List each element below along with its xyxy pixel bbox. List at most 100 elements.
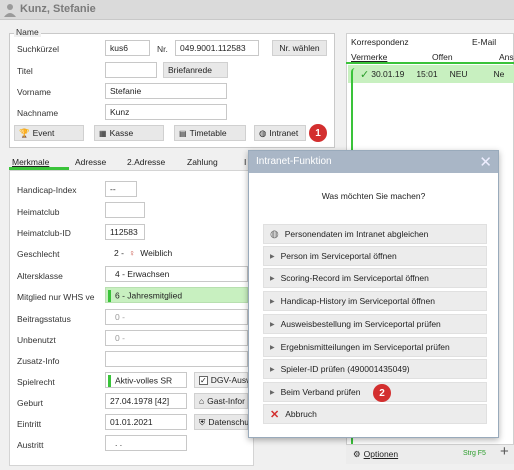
female-symbol-icon: ♀ [128, 248, 136, 258]
callout-badge-1: 1 [309, 124, 327, 142]
play-icon: ▶ [270, 298, 275, 305]
menu-item-abbruch[interactable]: ✕ Abbruch [263, 404, 487, 424]
menu-item-label: Abbruch [285, 409, 317, 419]
dialog-question: Was möchten Sie machen? [321, 191, 426, 201]
suchkuerzel-field[interactable]: kus6 [105, 40, 150, 56]
heimatclub-id-field[interactable]: 112583 [105, 224, 145, 240]
play-icon: ▶ [270, 275, 275, 282]
menu-item-ergebnismitteilungen[interactable]: ▶ Ergebnismitteilungen im Serviceportal p… [263, 337, 487, 357]
austritt-field[interactable]: . . [105, 435, 187, 451]
suchkuerzel-label: Suchkürzel [17, 44, 60, 54]
green-marker [108, 375, 111, 387]
geschlecht-code: 2 - [114, 248, 124, 258]
tab-korrespondenz[interactable]: Korrespondenz [351, 37, 409, 47]
eintritt-field[interactable]: 01.01.2021 [105, 414, 187, 430]
austritt-label: Austritt [17, 440, 44, 450]
menu-item-label: Ausweisbestellung im Serviceportal prüfe… [280, 319, 441, 329]
event-label: Event [32, 128, 55, 138]
tab-email[interactable]: E-Mail [472, 37, 496, 47]
kasse-button[interactable]: ▦ Kasse [94, 125, 164, 141]
window-titlebar: Kunz, Stefanie [0, 0, 514, 20]
geburt-label: Geburt [17, 398, 43, 408]
window-title: Kunz, Stefanie [20, 3, 96, 15]
menu-item-scoring-record[interactable]: ▶ Scoring-Record im Serviceportal öffnen [263, 268, 487, 288]
dgv-checkbox[interactable]: ✓ DGV-Ausw [194, 372, 252, 388]
close-icon: ✕ [270, 408, 280, 421]
person-icon [4, 4, 16, 17]
heimatclub-field[interactable] [105, 202, 145, 218]
spielrecht-select[interactable]: Aktiv-volles SR [105, 372, 187, 388]
intranet-button[interactable]: ◍ Intranet [254, 125, 306, 141]
gast-info-button[interactable]: ⌂ Gast-Infor [194, 393, 248, 409]
menu-item-label: Beim Verband prüfen [280, 387, 361, 397]
nr-field[interactable]: 049.9001.112583 [175, 40, 259, 56]
briefanrede-button[interactable]: Briefanrede [163, 62, 228, 78]
tab-more[interactable]: I [244, 157, 246, 167]
intranet-dialog: Intranet-Funktion ✕ Was möchten Sie mach… [248, 150, 499, 438]
geschlecht-value: Weiblich [140, 248, 173, 258]
tab-vermerke[interactable]: Vermerke [351, 52, 387, 62]
dgv-label: DGV-Ausw [210, 375, 253, 385]
menu-item-label: Personendaten im Intranet abgleichen [284, 229, 429, 239]
menu-item-handicap-history[interactable]: ▶ Handicap-History im Serviceportal öffne… [263, 291, 487, 311]
vermerk-date: 30.01.19 [371, 69, 405, 79]
menu-item-label: Ergebnismitteilungen im Serviceportal pr… [280, 342, 450, 352]
vorname-label: Vorname [17, 87, 52, 97]
heimatclub-label: Heimatclub [17, 207, 60, 217]
globe-icon: ◍ [259, 127, 267, 138]
dialog-title: Intranet-Funktion [256, 156, 332, 167]
unbenutzt-select[interactable]: 0 - [105, 330, 248, 346]
tab-adresse[interactable]: Adresse [75, 157, 106, 167]
geschlecht-select[interactable]: 2 - ♀ Weiblich [105, 245, 248, 261]
play-icon: ▶ [270, 366, 275, 373]
add-icon[interactable]: + [500, 443, 509, 460]
optionen-label: Optionen [363, 449, 399, 459]
intranet-label: Intranet [269, 128, 299, 138]
tab-ans[interactable]: Ans [499, 52, 514, 62]
titel-field[interactable] [105, 62, 157, 78]
tab-zahlung[interactable]: Zahlung [187, 157, 218, 167]
zusatz-info-label: Zusatz-Info [17, 356, 60, 366]
tab-2-adresse[interactable]: 2.Adresse [127, 157, 165, 167]
kasse-label: Kasse [109, 128, 134, 138]
nachname-label: Nachname [17, 108, 59, 118]
tab-merkmale[interactable]: Merkmale [12, 157, 49, 167]
vermerk-row[interactable]: ✓ 30.01.19 15:01 NEU Ne [348, 65, 514, 83]
play-icon: ▶ [270, 321, 275, 328]
optionen-button[interactable]: ⚙ Optionen [349, 446, 409, 462]
menu-item-spieler-id[interactable]: ▶ Spieler-ID prüfen (490001435049) [263, 359, 487, 379]
tab-underline [346, 62, 514, 64]
geschlecht-label: Geschlecht [17, 249, 60, 259]
altersklasse-select[interactable]: 4 - Erwachsen [105, 266, 248, 282]
handicap-index-field[interactable]: -- [105, 181, 137, 197]
tab-offen[interactable]: Offen [432, 52, 453, 62]
globe-icon: ◍ [270, 228, 279, 240]
close-icon[interactable]: ✕ [479, 153, 492, 171]
geburt-field[interactable]: 27.04.1978 [42] [105, 393, 187, 409]
datenschutz-label: Datenschu [208, 417, 250, 427]
menu-item-ausweisbestellung[interactable]: ▶ Ausweisbestellung im Serviceportal prüf… [263, 314, 487, 334]
zusatz-info-field[interactable] [105, 351, 248, 367]
menu-item-label: Person im Serviceportal öffnen [280, 251, 397, 261]
play-icon: ▶ [270, 253, 275, 260]
home-icon: ⌂ [199, 396, 205, 406]
menu-item-label: Handicap-History im Serviceportal öffnen [280, 296, 435, 306]
calendar-icon: ▤ [179, 128, 187, 138]
vorname-field[interactable]: Stefanie [105, 83, 227, 99]
timetable-button[interactable]: ▤ Timetable [174, 125, 246, 141]
titel-label: Titel [17, 66, 33, 76]
datenschutz-button[interactable]: ⛨ Datenschu [194, 414, 250, 430]
nr-waehlen-button[interactable]: Nr. wählen [272, 40, 327, 56]
cash-register-icon: ▦ [99, 128, 107, 138]
beitragsstatus-select[interactable]: 0 - [105, 309, 248, 325]
menu-item-personendaten[interactable]: ◍ Personendaten im Intranet abgleichen [263, 224, 487, 244]
handicap-index-label: Handicap-Index [17, 185, 77, 195]
heimatclub-id-label: Heimatclub-ID [17, 228, 71, 238]
dialog-titlebar: Intranet-Funktion [249, 151, 498, 173]
callout-badge-2: 2 [373, 384, 391, 402]
event-button[interactable]: 🏆 Event [14, 125, 84, 141]
checkbox-checked-icon: ✓ [199, 375, 208, 385]
menu-item-person-oeffnen[interactable]: ▶ Person im Serviceportal öffnen [263, 246, 487, 266]
mitglied-select[interactable]: 6 - Jahresmitglied [105, 287, 248, 303]
nachname-field[interactable]: Kunz [105, 104, 227, 120]
